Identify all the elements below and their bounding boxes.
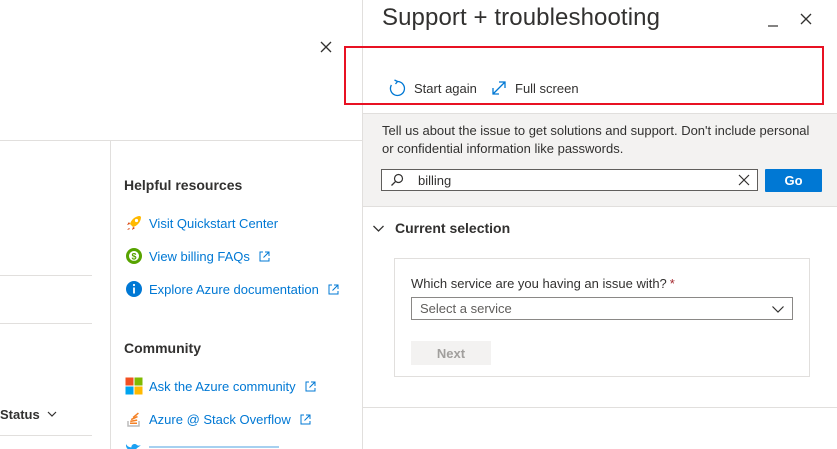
azure-documentation-link[interactable]: Explore Azure documentation bbox=[124, 279, 340, 299]
start-again-button[interactable]: Start again bbox=[388, 77, 477, 99]
divider bbox=[0, 435, 92, 436]
minimize-icon[interactable] bbox=[766, 18, 780, 32]
billing-faqs-link[interactable]: $ View billing FAQs bbox=[124, 246, 271, 266]
refresh-icon bbox=[389, 78, 406, 96]
info-icon bbox=[124, 280, 143, 299]
twitter-link-partial[interactable] bbox=[149, 443, 279, 449]
external-link-icon bbox=[328, 284, 339, 294]
external-link-icon bbox=[300, 414, 311, 424]
community-heading: Community bbox=[124, 340, 201, 356]
stack-overflow-link[interactable]: Azure @ Stack Overflow bbox=[124, 409, 312, 429]
microsoft-logo-icon bbox=[124, 377, 143, 396]
status-column-label: Status bbox=[0, 406, 40, 422]
search-icon bbox=[382, 173, 412, 187]
stack-overflow-icon bbox=[124, 410, 143, 429]
divider bbox=[0, 323, 92, 324]
svg-text:$: $ bbox=[131, 252, 136, 262]
close-icon[interactable] bbox=[798, 11, 814, 27]
expand-icon bbox=[492, 81, 506, 95]
close-icon[interactable] bbox=[317, 38, 335, 56]
blade-title: Support + troubleshooting bbox=[382, 4, 661, 31]
current-selection-toggle[interactable]: Current selection bbox=[372, 218, 510, 238]
external-link-icon bbox=[305, 381, 316, 391]
info-text: Tell us about the issue to get solutions… bbox=[382, 123, 810, 156]
divider bbox=[110, 141, 111, 449]
full-screen-button[interactable]: Full screen bbox=[490, 77, 579, 99]
divider bbox=[0, 140, 362, 141]
search-box[interactable] bbox=[381, 169, 758, 191]
clear-search-icon[interactable] bbox=[731, 170, 757, 190]
next-button[interactable]: Next bbox=[411, 341, 491, 365]
twitter-icon bbox=[124, 441, 143, 449]
external-link-icon bbox=[259, 251, 270, 261]
search-input[interactable] bbox=[412, 172, 731, 188]
service-select[interactable]: Select a service bbox=[411, 297, 793, 320]
quickstart-center-link[interactable]: Visit Quickstart Center bbox=[124, 213, 278, 233]
service-question-label: Which service are you having an issue wi… bbox=[411, 276, 675, 291]
status-column-header[interactable]: Status bbox=[0, 404, 58, 424]
required-marker: * bbox=[669, 276, 675, 291]
rocket-icon bbox=[124, 214, 143, 233]
service-select-placeholder: Select a service bbox=[420, 301, 512, 316]
helpful-resources-heading: Helpful resources bbox=[124, 177, 243, 193]
current-selection-title: Current selection bbox=[395, 220, 511, 236]
billing-icon: $ bbox=[124, 247, 143, 266]
azure-community-link[interactable]: Ask the Azure community bbox=[124, 376, 317, 396]
go-button[interactable]: Go bbox=[765, 169, 822, 192]
chevron-down-icon bbox=[373, 225, 384, 232]
divider bbox=[363, 407, 837, 408]
chevron-down-icon bbox=[47, 411, 57, 417]
chevron-down-icon bbox=[772, 305, 784, 313]
divider bbox=[0, 275, 92, 276]
